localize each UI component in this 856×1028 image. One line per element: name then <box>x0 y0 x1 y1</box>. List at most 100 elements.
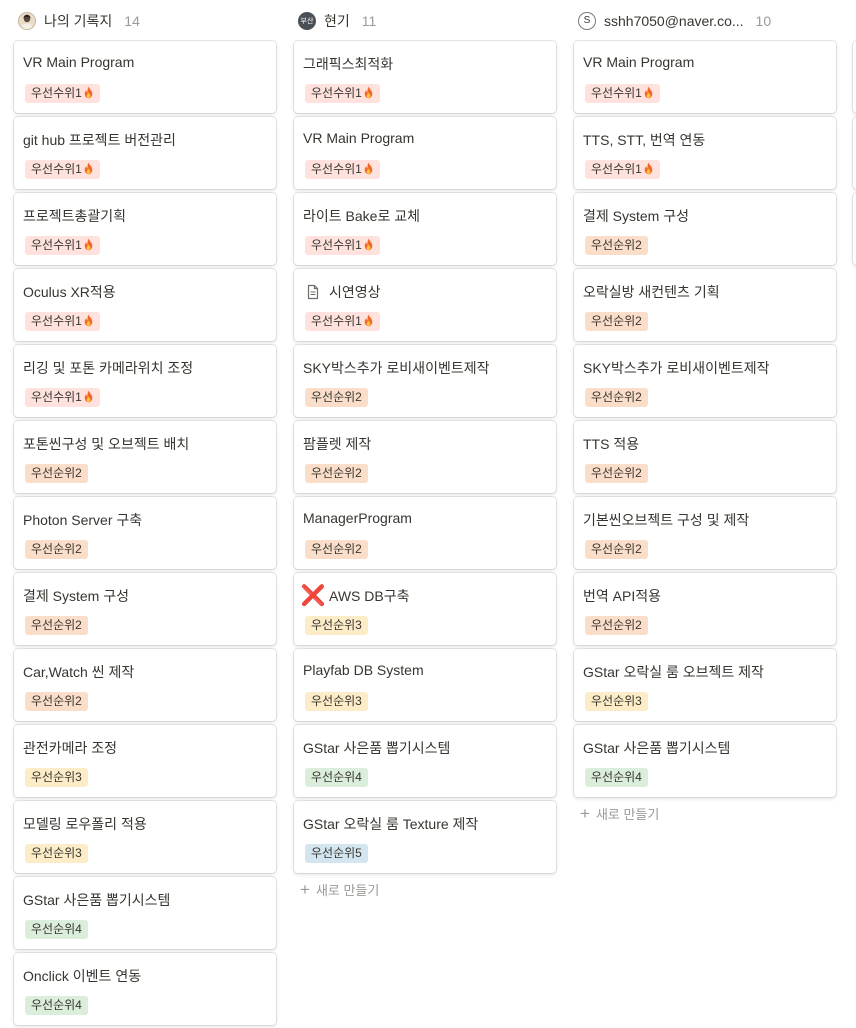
priority-tag-label: 우선수위1 <box>591 86 642 100</box>
priority-tag: 우선순위2 <box>25 464 88 483</box>
card-title: 기본씬오브젝트 구성 및 제작 <box>583 510 828 530</box>
column-header[interactable]: 나의 기록지 14 <box>14 0 276 41</box>
board-card[interactable]: 리깅 및 포톤 카메라위치 조정 우선수위1 <box>14 345 276 417</box>
priority-tag-label: 우선순위4 <box>311 770 362 784</box>
board-card[interactable]: 라이트 Bake로 교체 우선수위1 <box>294 193 556 265</box>
card-title: 관전카메라 조정 <box>23 738 268 758</box>
card-title: GStar 사은품 뽑기시스템 <box>23 890 268 910</box>
card-title: Oculus XR적용 <box>23 282 268 302</box>
priority-tag-label: 우선순위2 <box>311 390 362 404</box>
board-card[interactable]: 기본씬오브젝트 구성 및 제작 우선순위2 <box>574 497 836 569</box>
card-title-text: VR Main Program <box>583 54 695 70</box>
fire-icon <box>83 238 94 252</box>
column-header[interactable]: Ssshh7050@naver.co... 10 <box>574 0 836 41</box>
board-card[interactable]: SKY박스추가 로비새이벤트제작우선순위2 <box>294 345 556 417</box>
card-title-text: GStar 사은품 뽑기시스템 <box>303 740 451 756</box>
fire-icon <box>363 238 374 252</box>
board-card[interactable]: Playfab DB System 우선순위3 <box>294 649 556 721</box>
new-card-button[interactable]: + 새로 만들기 <box>580 804 659 823</box>
board-card[interactable]: 포톤씬구성 및 오브젝트 배치 우선순위2 <box>14 421 276 493</box>
card-title: 결제 System 구성 <box>23 586 268 606</box>
card-title: SKY박스추가 로비새이벤트제작 <box>303 358 548 378</box>
board-card[interactable]: TTS 적용 우선순위2 <box>574 421 836 493</box>
priority-tag-label: 우선순위2 <box>591 390 642 404</box>
card-title-text: SKY박스추가 로비새이벤트제작 <box>303 360 490 376</box>
card-title-text: 라이트 Bake로 교체 <box>303 208 420 224</box>
board-card[interactable]: 모델링 로우폴리 적용 우선순위3 <box>14 801 276 873</box>
priority-tag-label: 우선순위4 <box>31 998 82 1012</box>
card-title-text: SKY박스추가 로비새이벤트제작 <box>583 360 770 376</box>
new-card-button[interactable]: + 새로 만들기 <box>300 880 379 899</box>
board-card[interactable]: GStar 사은품 뽑기시스템우선순위4 <box>14 877 276 949</box>
card-title-text: 그래픽스최적화 <box>303 56 394 72</box>
priority-tag-label: 우선순위2 <box>591 466 642 480</box>
board-card[interactable]: VR Main Program 우선수위1 <box>294 117 556 189</box>
board-card[interactable]: ManagerProgram 우선순위2 <box>294 497 556 569</box>
card-title-text: 모델링 로우폴리 적용 <box>23 816 147 832</box>
fire-icon <box>363 86 374 100</box>
new-card-label: 새로 만들기 <box>595 807 660 822</box>
priority-tag-label: 우선순위2 <box>591 238 642 252</box>
priority-tag: 우선수위1 <box>305 312 380 331</box>
card-title: 팜플렛 제작 <box>303 434 548 454</box>
board-card[interactable]: 번역 API적용우선순위2 <box>574 573 836 645</box>
priority-tag-label: 우선수위1 <box>591 162 642 176</box>
card-title-text: 프로젝트총괄기획 <box>23 208 127 224</box>
board-card[interactable]: VR Main Program 우선수위1 <box>14 41 276 113</box>
new-card-label: 새로 만들기 <box>315 883 380 898</box>
board-card[interactable]: Oculus XR적용 우선수위1 <box>14 269 276 341</box>
board-card[interactable]: GStar 사은품 뽑기시스템 우선순위4 <box>574 725 836 797</box>
priority-tag-label: 우선순위2 <box>311 466 362 480</box>
priority-tag: 우선순위2 <box>305 540 368 559</box>
board-card[interactable]: 그래픽스최적화 우선수위1 <box>294 41 556 113</box>
card-title-text: Onclick 이벤트 연동 <box>23 968 142 984</box>
avatar: S <box>578 11 596 30</box>
board-column: Ssshh7050@naver.co... 10 VR Main Program 우선… <box>574 0 836 822</box>
board-card[interactable]: GStar 오락실 룸 오브젝트 제작 우선순위3 <box>574 649 836 721</box>
card-title-text: Photon Server 구축 <box>23 512 143 528</box>
board-card[interactable]: VR Main Program 우선수위1 <box>574 41 836 113</box>
card-title-text: Car,Watch 씬 제작 <box>23 664 135 680</box>
card-title: git hub 프로젝트 버전관리 <box>23 130 268 150</box>
card-title: Car,Watch 씬 제작 <box>23 662 268 682</box>
priority-tag-label: 우선수위1 <box>31 162 82 176</box>
plus-icon: + <box>300 880 310 899</box>
board-card[interactable]: 프로젝트총괄기획 우선수위1 <box>14 193 276 265</box>
priority-tag: 우선순위2 <box>585 464 648 483</box>
board-card[interactable]: 관전카메라 조정우선순위3 <box>14 725 276 797</box>
fire-icon <box>643 86 654 100</box>
card-title: Onclick 이벤트 연동 <box>23 966 268 986</box>
card-title-text: 팜플렛 제작 <box>303 436 372 452</box>
board-card[interactable]: GStar 사은품 뽑기시스템우선순위4 <box>294 725 556 797</box>
card-title-text: 시연영상 <box>329 284 381 300</box>
board-card[interactable]: SKY박스추가 로비새이벤트제작우선순위2 <box>574 345 836 417</box>
priority-tag-label: 우선순위3 <box>311 618 362 632</box>
priority-tag: 우선순위3 <box>305 616 368 635</box>
board-card[interactable]: ❌ AWS DB구축 우선순위3 <box>294 573 556 645</box>
board-card[interactable]: 결제 System 구성 우선순위2 <box>14 573 276 645</box>
card-title-text: TTS, STT, 번역 연동 <box>583 132 706 148</box>
priority-tag: 우선순위2 <box>25 692 88 711</box>
board-card[interactable]: TTS, STT, 번역 연동우선수위1 <box>574 117 836 189</box>
column-header[interactable]: 부산 현기 11 <box>294 0 556 41</box>
card-title: SKY박스추가 로비새이벤트제작 <box>583 358 828 378</box>
priority-tag-label: 우선순위4 <box>31 922 82 936</box>
board-card[interactable]: 시연영상우선수위1 <box>294 269 556 341</box>
card-title-text: 관전카메라 조정 <box>23 740 118 756</box>
board-card[interactable]: 결제 System 구성 우선순위2 <box>574 193 836 265</box>
fire-icon <box>83 162 94 176</box>
board-card[interactable]: GStar 오락실 룸 Texture 제작 우선순위5 <box>294 801 556 873</box>
priority-tag: 우선순위4 <box>305 768 368 787</box>
board-card[interactable]: 오락실방 새컨텐츠 기획 우선순위2 <box>574 269 836 341</box>
priority-tag-label: 우선순위3 <box>31 770 82 784</box>
priority-tag-label: 우선순위4 <box>591 770 642 784</box>
card-title-text: ManagerProgram <box>303 510 412 526</box>
board-card[interactable]: git hub 프로젝트 버전관리우선수위1 <box>14 117 276 189</box>
board-card[interactable]: Onclick 이벤트 연동우선순위4 <box>14 953 276 1025</box>
board-card[interactable]: Photon Server 구축 우선순위2 <box>14 497 276 569</box>
board-card[interactable]: Car,Watch 씬 제작우선순위2 <box>14 649 276 721</box>
card-title-text: GStar 오락실 룸 오브젝트 제작 <box>583 664 764 680</box>
card-title: 번역 API적용 <box>583 586 828 606</box>
priority-tag-label: 우선순위2 <box>591 618 642 632</box>
board-card[interactable]: 팜플렛 제작우선순위2 <box>294 421 556 493</box>
